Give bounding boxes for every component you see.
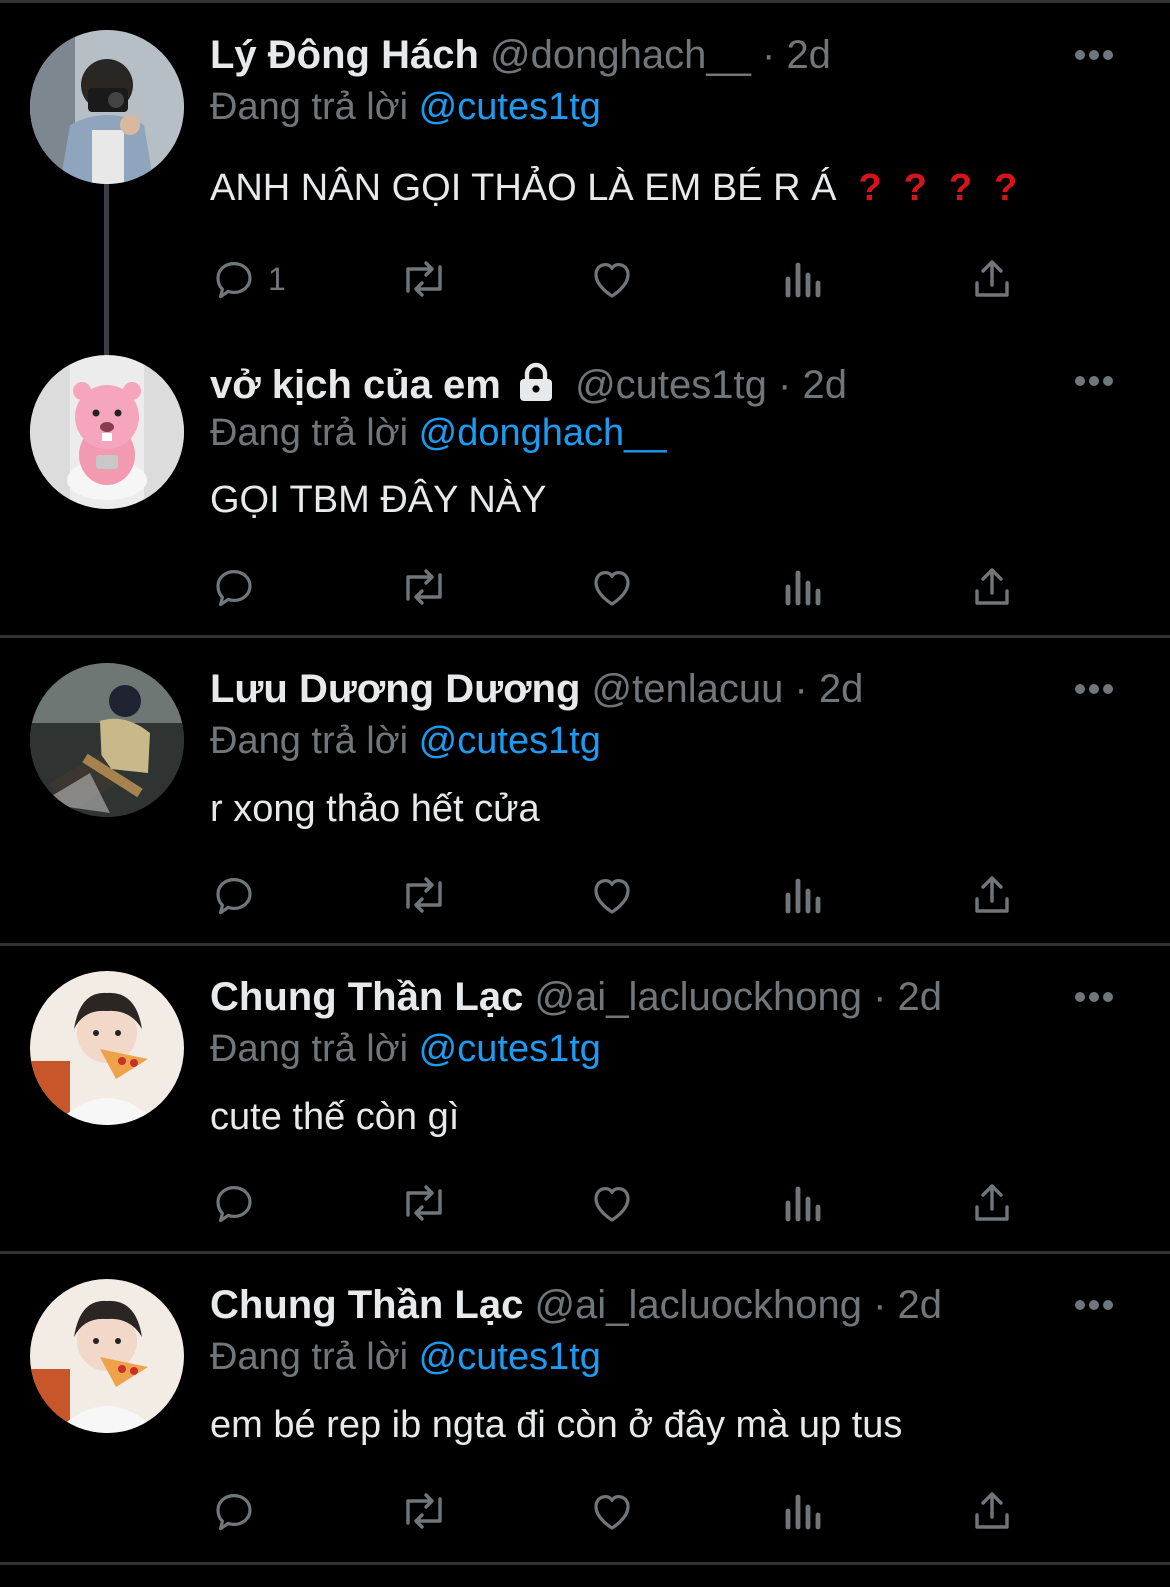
- reply-icon: [216, 1186, 252, 1223]
- tweet-text: em bé rep ib ngta đi còn ở đây mà up tus: [210, 1404, 903, 1446]
- share-button[interactable]: [968, 1176, 1016, 1230]
- replying-to-line: Đang trả lời @cutes1tg: [210, 1332, 601, 1382]
- share-button[interactable]: [968, 868, 1016, 922]
- avatar-ai-lacluockhong[interactable]: [30, 971, 184, 1125]
- like-button[interactable]: [588, 560, 636, 614]
- views-icon: [785, 570, 821, 606]
- retweet-button[interactable]: [396, 1484, 452, 1538]
- tweet-actions: [210, 868, 1040, 922]
- replying-to-label: Đang trả lời: [210, 1028, 409, 1070]
- tweet-text: cute thế còn gì: [210, 1096, 460, 1138]
- like-icon: [594, 879, 630, 914]
- tweet-actions: [210, 560, 1040, 614]
- avatar-cutes1tg[interactable]: [30, 355, 184, 509]
- tweet-5[interactable]: Chung Thần Lạc @ai_lacluockhong · 2d Đan…: [0, 1254, 1170, 1587]
- tweet-actions: [210, 1176, 1040, 1230]
- timestamp[interactable]: 2d: [802, 363, 847, 407]
- replying-to-line: Đang trả lời @cutes1tg: [210, 1024, 601, 1074]
- lock-icon: [519, 362, 552, 401]
- like-button[interactable]: [588, 868, 636, 922]
- reply-mention-link[interactable]: @cutes1tg: [419, 1336, 601, 1378]
- retweet-icon: [406, 877, 442, 913]
- separator-dot: ·: [873, 1283, 887, 1327]
- timestamp[interactable]: 2d: [898, 1283, 943, 1327]
- share-icon: [975, 1184, 1009, 1221]
- reply-icon: [216, 1494, 252, 1531]
- reply-mention-link[interactable]: @cutes1tg: [419, 1028, 601, 1070]
- replying-to-label: Đang trả lời: [210, 412, 409, 454]
- retweet-icon: [406, 1185, 442, 1221]
- user-handle[interactable]: @ai_lacluockhong: [534, 975, 861, 1019]
- views-button[interactable]: [782, 868, 826, 922]
- tweet-divider: [0, 1562, 1170, 1565]
- tweet-header: Chung Thần Lạc @ai_lacluockhong · 2d: [210, 971, 942, 1023]
- like-icon: [594, 1187, 630, 1222]
- reply-button[interactable]: [210, 560, 258, 614]
- separator-dot: ·: [873, 975, 887, 1019]
- views-icon: [785, 878, 821, 914]
- more-options-icon[interactable]: [1074, 990, 1114, 1004]
- display-name[interactable]: Lưu Dương Dương: [210, 667, 580, 711]
- retweet-button[interactable]: [396, 560, 452, 614]
- avatar-tenlacuu[interactable]: [30, 663, 184, 817]
- separator-dot: ·: [778, 363, 792, 407]
- views-button[interactable]: [782, 560, 826, 614]
- tweet-text: r xong thảo hết cửa: [210, 788, 540, 830]
- display-name[interactable]: Chung Thần Lạc: [210, 1283, 523, 1327]
- more-options-icon[interactable]: [1074, 1298, 1114, 1312]
- reply-button[interactable]: [210, 1484, 258, 1538]
- tweet-header: vở kịch của em @cutes1tg · 2d: [210, 359, 847, 411]
- tweet-4[interactable]: Chung Thần Lạc @ai_lacluockhong · 2d Đan…: [0, 946, 1170, 1254]
- views-button[interactable]: [782, 1484, 826, 1538]
- reply-button[interactable]: [210, 1176, 258, 1230]
- separator-dot: ·: [794, 667, 808, 711]
- retweet-button[interactable]: [396, 1176, 452, 1230]
- views-icon: [785, 1186, 821, 1222]
- user-handle[interactable]: @tenlacuu: [592, 667, 784, 711]
- user-handle[interactable]: @ai_lacluockhong: [534, 1283, 861, 1327]
- tweet-header: Lưu Dương Dương @tenlacuu · 2d: [210, 663, 863, 715]
- share-icon: [975, 1492, 1009, 1529]
- display-name[interactable]: Chung Thần Lạc: [210, 975, 523, 1019]
- share-button[interactable]: [968, 1484, 1016, 1538]
- views-icon: [785, 1494, 821, 1530]
- like-icon: [594, 571, 630, 606]
- share-button[interactable]: [968, 560, 1016, 614]
- replying-to-label: Đang trả lời: [210, 720, 409, 762]
- reply-button[interactable]: [210, 868, 258, 922]
- like-icon: [594, 1495, 630, 1530]
- views-button[interactable]: [782, 1176, 826, 1230]
- like-button[interactable]: [588, 1176, 636, 1230]
- tweet-text: GỌI TBM ĐÂY NÀY: [210, 479, 547, 521]
- tweet-2[interactable]: vở kịch của em @cutes1tg · 2d Đang trả l…: [0, 0, 1170, 638]
- reply-icon: [216, 570, 252, 607]
- timestamp[interactable]: 2d: [819, 667, 864, 711]
- tweet-actions: [210, 1484, 1040, 1538]
- replying-to-label: Đang trả lời: [210, 1336, 409, 1378]
- tweet-header: Chung Thần Lạc @ai_lacluockhong · 2d: [210, 1279, 942, 1331]
- reply-mention-link[interactable]: @cutes1tg: [419, 720, 601, 762]
- more-options-icon[interactable]: [1074, 682, 1114, 696]
- replying-to-line: Đang trả lời @cutes1tg: [210, 716, 601, 766]
- like-button[interactable]: [588, 1484, 636, 1538]
- display-name[interactable]: vở kịch của em: [210, 363, 501, 407]
- share-icon: [975, 876, 1009, 913]
- tweet-3[interactable]: Lưu Dương Dương @tenlacuu · 2d Đang trả …: [0, 638, 1170, 946]
- replying-to-line: Đang trả lời @donghach__: [210, 408, 666, 458]
- retweet-icon: [406, 569, 442, 605]
- reply-icon: [216, 878, 252, 915]
- timestamp[interactable]: 2d: [898, 975, 943, 1019]
- share-icon: [975, 568, 1009, 605]
- retweet-icon: [406, 1493, 442, 1529]
- more-options-icon[interactable]: [1074, 374, 1114, 388]
- avatar-ai-lacluockhong[interactable]: [30, 1279, 184, 1433]
- user-handle[interactable]: @cutes1tg: [575, 363, 767, 407]
- retweet-button[interactable]: [396, 868, 452, 922]
- reply-mention-link[interactable]: @donghach__: [419, 412, 667, 454]
